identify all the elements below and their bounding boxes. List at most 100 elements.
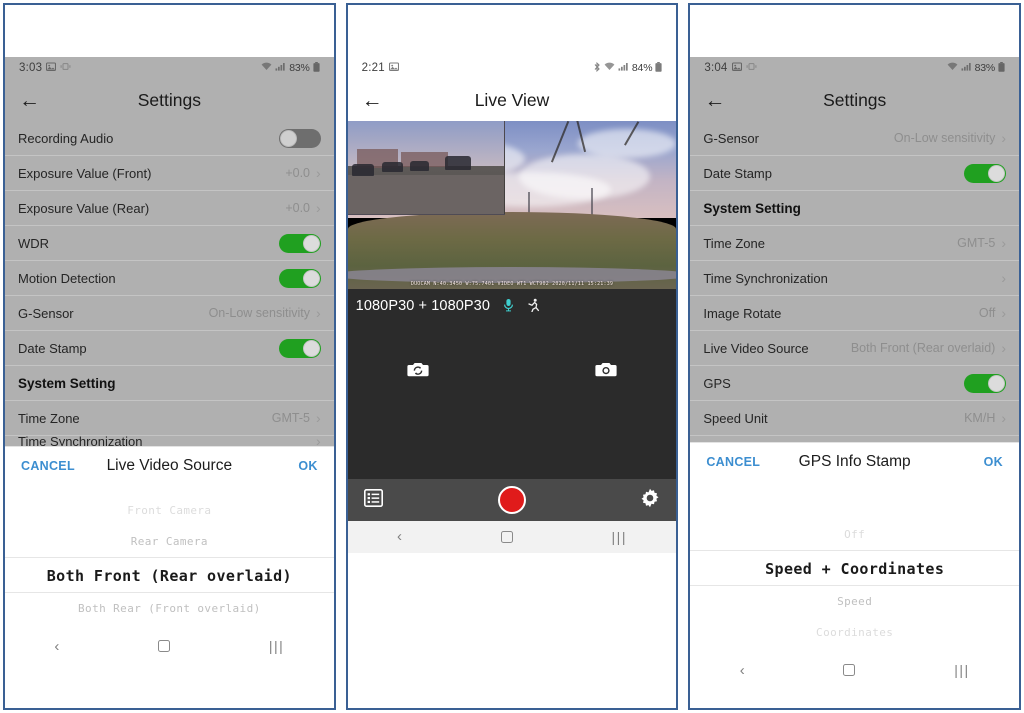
page-title: Live View xyxy=(474,89,550,110)
settings-row-g-sensor[interactable]: G-Sensor On-Low sensitivity › xyxy=(690,121,1020,156)
panel-live-view: 2:21 84% ← Live View DUOCAM N:40.3450 W:… xyxy=(345,3,679,710)
nav-back-button[interactable]: ‹ xyxy=(397,529,402,544)
cancel-button[interactable]: CANCEL xyxy=(706,455,760,469)
toggle-knob xyxy=(988,164,1006,182)
top-white-margin-3 xyxy=(690,5,1020,57)
status-bar-3: 3:04 83% xyxy=(690,57,1019,79)
picker-option-front-camera[interactable]: Front Camera xyxy=(5,495,334,526)
row-label: G-Sensor xyxy=(703,130,759,146)
bottom-white-margin-3 xyxy=(690,686,1020,708)
toggle-wdr[interactable] xyxy=(278,233,321,253)
settings-row-image-rotate[interactable]: Image Rotate Off › xyxy=(690,296,1020,331)
wifi-icon xyxy=(947,62,958,74)
settings-row-date-stamp[interactable]: Date Stamp xyxy=(5,331,334,366)
signal-icon xyxy=(618,62,629,74)
status-bar-right-1: 83% xyxy=(261,61,320,75)
toggle-date-stamp[interactable] xyxy=(964,163,1007,183)
record-button[interactable] xyxy=(497,485,526,514)
dialog-action-bar-1: CANCEL Live Video Source OK xyxy=(5,447,334,485)
row-label: Speed Unit xyxy=(703,410,768,426)
picker-option-rear-camera[interactable]: Rear Camera xyxy=(5,526,334,557)
picker-option-both-front-rear-overlaid[interactable]: Both Front (Rear overlaid) xyxy=(5,557,334,593)
toggle-knob xyxy=(988,374,1006,392)
motion-icon xyxy=(527,298,540,314)
nav-recents-button[interactable]: ||| xyxy=(954,663,969,677)
page-title: Settings xyxy=(823,89,887,110)
bottom-white-margin-1 xyxy=(5,662,334,708)
picker-option-coordinates[interactable]: Coordinates xyxy=(690,617,1019,648)
chevron-right-icon: › xyxy=(316,165,321,181)
settings-row-exposure-front[interactable]: Exposure Value (Front) +0.0 › xyxy=(5,156,334,191)
pip-car xyxy=(382,161,403,173)
nav-home-button[interactable] xyxy=(500,530,513,543)
back-arrow-icon[interactable]: ← xyxy=(704,90,730,111)
picker-option-speed[interactable]: Speed xyxy=(690,586,1019,617)
vibrate-icon xyxy=(60,62,71,74)
settings-row-time-zone[interactable]: Time Zone GMT-5 › xyxy=(690,226,1020,261)
back-arrow-icon[interactable]: ← xyxy=(362,90,388,111)
switch-camera-icon[interactable] xyxy=(407,360,429,382)
status-bar-right-2: 84% xyxy=(593,61,662,75)
row-value: GMT-5 xyxy=(957,236,996,250)
gear-icon[interactable] xyxy=(640,488,660,511)
nav-back-button[interactable]: ‹ xyxy=(740,663,745,678)
row-label: Recording Audio xyxy=(18,130,114,146)
camera-icon[interactable] xyxy=(595,360,617,382)
settings-row-speed-unit[interactable]: Speed Unit KM/H › xyxy=(690,401,1020,436)
row-label: Time Zone xyxy=(703,235,765,251)
row-label: Exposure Value (Rear) xyxy=(18,200,150,216)
settings-row-gps[interactable]: GPS xyxy=(690,366,1020,401)
nav-back-button[interactable]: ‹ xyxy=(54,639,59,654)
settings-row-wdr[interactable]: WDR xyxy=(5,226,334,261)
image-icon xyxy=(731,61,742,75)
toggle-gps[interactable] xyxy=(964,373,1007,393)
settings-row-time-synchronization-clipped[interactable]: Time Synchronization › xyxy=(5,436,334,446)
toggle-date-stamp[interactable] xyxy=(278,338,321,358)
row-value: On-Low sensitivity xyxy=(893,131,996,145)
row-value: GMT-5 xyxy=(271,411,310,425)
toggle-recording-audio[interactable] xyxy=(278,128,321,148)
ok-button[interactable]: OK xyxy=(298,459,317,473)
ok-button[interactable]: OK xyxy=(984,455,1003,469)
settings-row-live-video-source[interactable]: Live Video Source Both Front (Rear overl… xyxy=(690,331,1020,366)
phone-screen-2: 2:21 84% ← Live View DUOCAM N:40.3450 W:… xyxy=(347,5,677,708)
settings-row-recording-audio[interactable]: Recording Audio xyxy=(5,121,334,156)
battery-percent: 84% xyxy=(631,62,653,74)
app-bar-3: ← Settings xyxy=(690,79,1019,121)
settings-row-exposure-rear[interactable]: Exposure Value (Rear) +0.0 › xyxy=(5,191,334,226)
settings-section-header-system-setting: System Setting xyxy=(5,366,334,401)
settings-row-g-sensor[interactable]: G-Sensor On-Low sensitivity › xyxy=(5,296,334,331)
pip-road xyxy=(347,175,505,215)
list-icon[interactable] xyxy=(363,489,383,510)
nav-home-button[interactable] xyxy=(158,640,171,652)
live-view-control-bar xyxy=(347,478,677,521)
gps-info-stamp-picker[interactable]: Off Speed + Coordinates Speed Coordinate… xyxy=(690,481,1020,654)
live-video-source-picker[interactable]: Front Camera Rear Camera Both Front (Rea… xyxy=(5,485,334,630)
toggle-motion-detection[interactable] xyxy=(278,268,321,288)
top-white-margin-2 xyxy=(347,5,677,57)
settings-row-time-zone[interactable]: Time Zone GMT-5 › xyxy=(5,401,334,436)
chevron-right-icon: › xyxy=(316,410,321,426)
section-header-label: System Setting xyxy=(18,375,116,391)
picker-option-both-rear-front-overlaid[interactable]: Both Rear (Front overlaid) xyxy=(5,593,334,624)
row-value: Off xyxy=(978,306,996,320)
picker-option-speed-plus-coordinates[interactable]: Speed + Coordinates xyxy=(690,550,1020,586)
chevron-right-icon: › xyxy=(1001,340,1007,356)
cancel-button[interactable]: CANCEL xyxy=(21,459,75,473)
signal-icon xyxy=(961,62,972,74)
nav-home-button[interactable] xyxy=(843,664,856,676)
picker-option-off[interactable]: Off xyxy=(690,519,1019,550)
phone-screen-1: 3:03 83% ← Settings Recording Audio Expo… xyxy=(5,5,334,708)
chevron-right-icon: › xyxy=(316,200,321,216)
row-label: G-Sensor xyxy=(18,305,74,321)
back-arrow-icon[interactable]: ← xyxy=(19,90,45,111)
settings-row-motion-detection[interactable]: Motion Detection xyxy=(5,261,334,296)
android-nav-bar-2: ‹ ||| xyxy=(347,520,677,553)
bottom-white-margin-2 xyxy=(347,552,677,708)
row-label: Time Zone xyxy=(18,410,80,426)
nav-recents-button[interactable]: ||| xyxy=(269,639,284,653)
live-video-preview[interactable]: DUOCAM N:40.3450 W:75.7401 VIDEO WT1 WCT… xyxy=(347,121,677,289)
settings-row-date-stamp[interactable]: Date Stamp xyxy=(690,156,1020,191)
settings-row-time-synchronization[interactable]: Time Synchronization › xyxy=(690,261,1020,296)
nav-recents-button[interactable]: ||| xyxy=(612,530,627,544)
